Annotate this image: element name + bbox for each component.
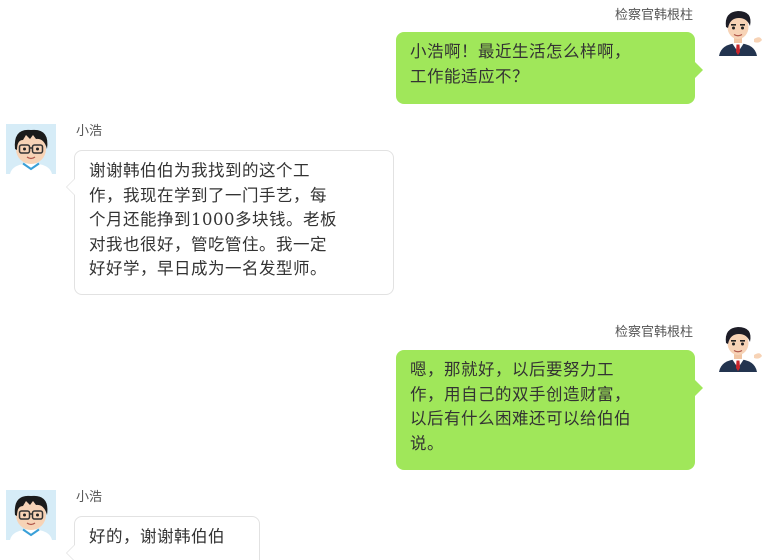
message-text-line: 好的，谢谢韩伯伯 bbox=[89, 527, 225, 546]
message-bubble: 嗯，那就好，以后要努力工 作，用自己的双手创造财富， 以后有什么困难还可以给伯伯… bbox=[396, 350, 703, 470]
prosecutor-avatar-icon bbox=[719, 11, 762, 56]
sender-name: 检察官韩根柱 bbox=[614, 325, 693, 340]
message-text-line: 以后有什么困难还可以给伯伯 bbox=[410, 409, 631, 428]
prosecutor-avatar-icon bbox=[719, 327, 762, 372]
boy-with-glasses-avatar-icon bbox=[6, 124, 56, 174]
message-text-line: 小浩啊！最近生活怎么样啊， bbox=[410, 42, 631, 61]
message-text-line: 工作能适应不？ bbox=[410, 66, 529, 86]
message-text-line: 个月还能挣到1000多块钱。老板 bbox=[89, 210, 337, 229]
message-text-line: 谢谢韩伯伯为我找到的这个工 bbox=[89, 161, 310, 180]
message-text-line: 嗯，那就好，以后要努力工 bbox=[410, 360, 614, 379]
sender-name: 小浩 bbox=[76, 490, 103, 505]
chat-message: 检察官韩根柱 嗯，那就好，以后要努力工 作，用自己的双手创造财富， 以后有什么困… bbox=[0, 300, 775, 480]
message-bubble: 谢谢韩伯伯为我找到的这个工 作，我现在学到了一门手艺，每 个月还能挣到1000多… bbox=[66, 150, 394, 295]
sender-name: 小浩 bbox=[76, 124, 103, 139]
chat-message: 小浩 谢谢韩伯伯为我找到的这个工 作，我现在学到了一门手艺，每 个月还能挣到10… bbox=[0, 110, 775, 300]
message-bubble: 好的，谢谢韩伯伯 bbox=[66, 516, 260, 560]
chat-message: 检察官韩根柱 小浩啊！最近生活怎么样啊， 工作能适应不？ bbox=[0, 0, 775, 110]
message-text-line: 好好学，早日成为一名发型师。 bbox=[89, 259, 327, 278]
message-text-line: 作，我现在学到了一门手艺，每 bbox=[89, 185, 327, 205]
message-text-line: 作，用自己的双手创造财富， bbox=[410, 384, 631, 404]
message-text-line: 对我也很好，管吃管住。我一定 bbox=[89, 234, 327, 254]
message-text-line: 说。 bbox=[410, 433, 444, 453]
boy-with-glasses-avatar-icon bbox=[6, 490, 56, 540]
sender-name: 检察官韩根柱 bbox=[614, 8, 693, 23]
message-bubble: 小浩啊！最近生活怎么样啊， 工作能适应不？ bbox=[396, 32, 703, 104]
chat-message: 小浩 好的，谢谢韩伯伯 bbox=[0, 480, 775, 560]
